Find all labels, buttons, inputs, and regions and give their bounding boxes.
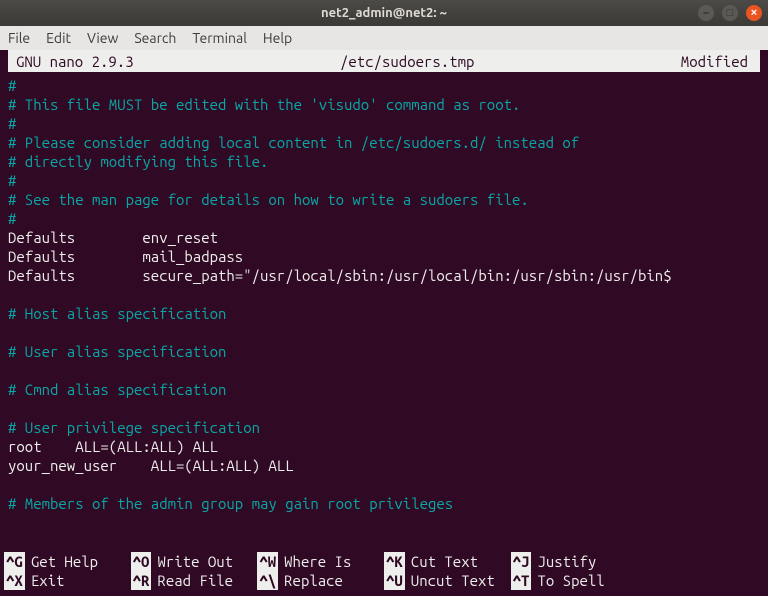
editor-line: # xyxy=(8,209,760,228)
shortcut-key: ^G xyxy=(4,552,25,571)
menu-edit[interactable]: Edit xyxy=(46,30,71,46)
editor-line: # User alias specification xyxy=(8,342,760,361)
editor-line: # User privilege specification xyxy=(8,418,760,437)
shortcut-item: ^O Write Out xyxy=(131,552,258,571)
editor-line xyxy=(8,361,760,380)
shortcut-label: Exit xyxy=(31,571,65,590)
editor-line: # Cmnd alias specification xyxy=(8,380,760,399)
shortcut-label: To Spell xyxy=(537,571,604,590)
maximize-button[interactable]: □ xyxy=(722,5,738,21)
shortcut-key: ^U xyxy=(384,571,405,590)
shortcut-key: ^J xyxy=(511,552,532,571)
editor-line: # directly modifying this file. xyxy=(8,152,760,171)
shortcut-item xyxy=(637,552,764,571)
editor-line: your_new_user ALL=(ALL:ALL) ALL xyxy=(8,456,760,475)
shortcut-key: ^O xyxy=(131,552,152,571)
shortcut-item: ^\ Replace xyxy=(257,571,384,590)
menu-help[interactable]: Help xyxy=(263,30,292,46)
editor-line: # See the man page for details on how to… xyxy=(8,190,760,209)
shortcut-item: ^R Read File xyxy=(131,571,258,590)
shortcut-label: Justify xyxy=(537,552,596,571)
editor-line xyxy=(8,399,760,418)
editor-line: root ALL=(ALL:ALL) ALL xyxy=(8,437,760,456)
shortcut-item: ^W Where Is xyxy=(257,552,384,571)
editor-line: # xyxy=(8,171,760,190)
editor-line: # Host alias specification xyxy=(8,304,760,323)
shortcut-label: Uncut Text xyxy=(411,571,495,590)
menu-view[interactable]: View xyxy=(87,30,118,46)
shortcut-item: ^J Justify xyxy=(511,552,638,571)
shortcut-key: ^K xyxy=(384,552,405,571)
window-controls: – □ × xyxy=(698,5,762,21)
editor-content[interactable]: ## This file MUST be edited with the 'vi… xyxy=(0,72,768,513)
shortcut-label: Cut Text xyxy=(411,552,478,571)
window-title: net2_admin@net2: ~ xyxy=(321,6,447,20)
shortcut-item: ^K Cut Text xyxy=(384,552,511,571)
menu-terminal[interactable]: Terminal xyxy=(192,30,247,46)
nano-version: GNU nano 2.9.3 xyxy=(12,53,134,70)
nano-header: GNU nano 2.9.3 /etc/sudoers.tmp Modified xyxy=(0,50,768,72)
shortcut-item: ^T To Spell xyxy=(511,571,638,590)
shortcut-item: ^G Get Help xyxy=(4,552,131,571)
shortcut-key: ^R xyxy=(131,571,152,590)
shortcut-key: ^\ xyxy=(257,571,278,590)
minimize-button[interactable]: – xyxy=(698,5,714,21)
editor-line xyxy=(8,475,760,494)
editor-line xyxy=(8,323,760,342)
nano-filename: /etc/sudoers.tmp xyxy=(134,53,681,70)
editor-line: Defaults env_reset xyxy=(8,228,760,247)
shortcut-item: ^X Exit xyxy=(4,571,131,590)
menu-file[interactable]: File xyxy=(8,30,30,46)
editor-line: Defaults mail_badpass xyxy=(8,247,760,266)
editor-line: Defaults secure_path="/usr/local/sbin:/u… xyxy=(8,266,760,285)
shortcut-label: Get Help xyxy=(31,552,98,571)
shortcut-key: ^X xyxy=(4,571,25,590)
menu-search[interactable]: Search xyxy=(134,30,176,46)
shortcut-key: ^T xyxy=(511,571,532,590)
editor-line: # xyxy=(8,76,760,95)
editor-line: # Please consider adding local content i… xyxy=(8,133,760,152)
shortcut-label: Write Out xyxy=(157,552,233,571)
window-titlebar: net2_admin@net2: ~ – □ × xyxy=(0,0,768,26)
shortcut-item xyxy=(637,571,764,590)
nano-shortcuts: ^G Get Help ^O Write Out ^W Where Is ^K Cut Tex… xyxy=(0,552,768,590)
shortcut-label: Where Is xyxy=(284,552,351,571)
close-button[interactable]: × xyxy=(746,5,762,21)
shortcut-key: ^W xyxy=(257,552,278,571)
nano-status: Modified xyxy=(681,53,756,70)
menubar: File Edit View Search Terminal Help xyxy=(0,26,768,50)
editor-line: # Members of the admin group may gain ro… xyxy=(8,494,760,513)
editor-line xyxy=(8,285,760,304)
shortcut-item: ^U Uncut Text xyxy=(384,571,511,590)
editor-line: # This file MUST be edited with the 'vis… xyxy=(8,95,760,114)
editor-line: # xyxy=(8,114,760,133)
shortcut-label: Replace xyxy=(284,571,343,590)
shortcut-label: Read File xyxy=(157,571,233,590)
